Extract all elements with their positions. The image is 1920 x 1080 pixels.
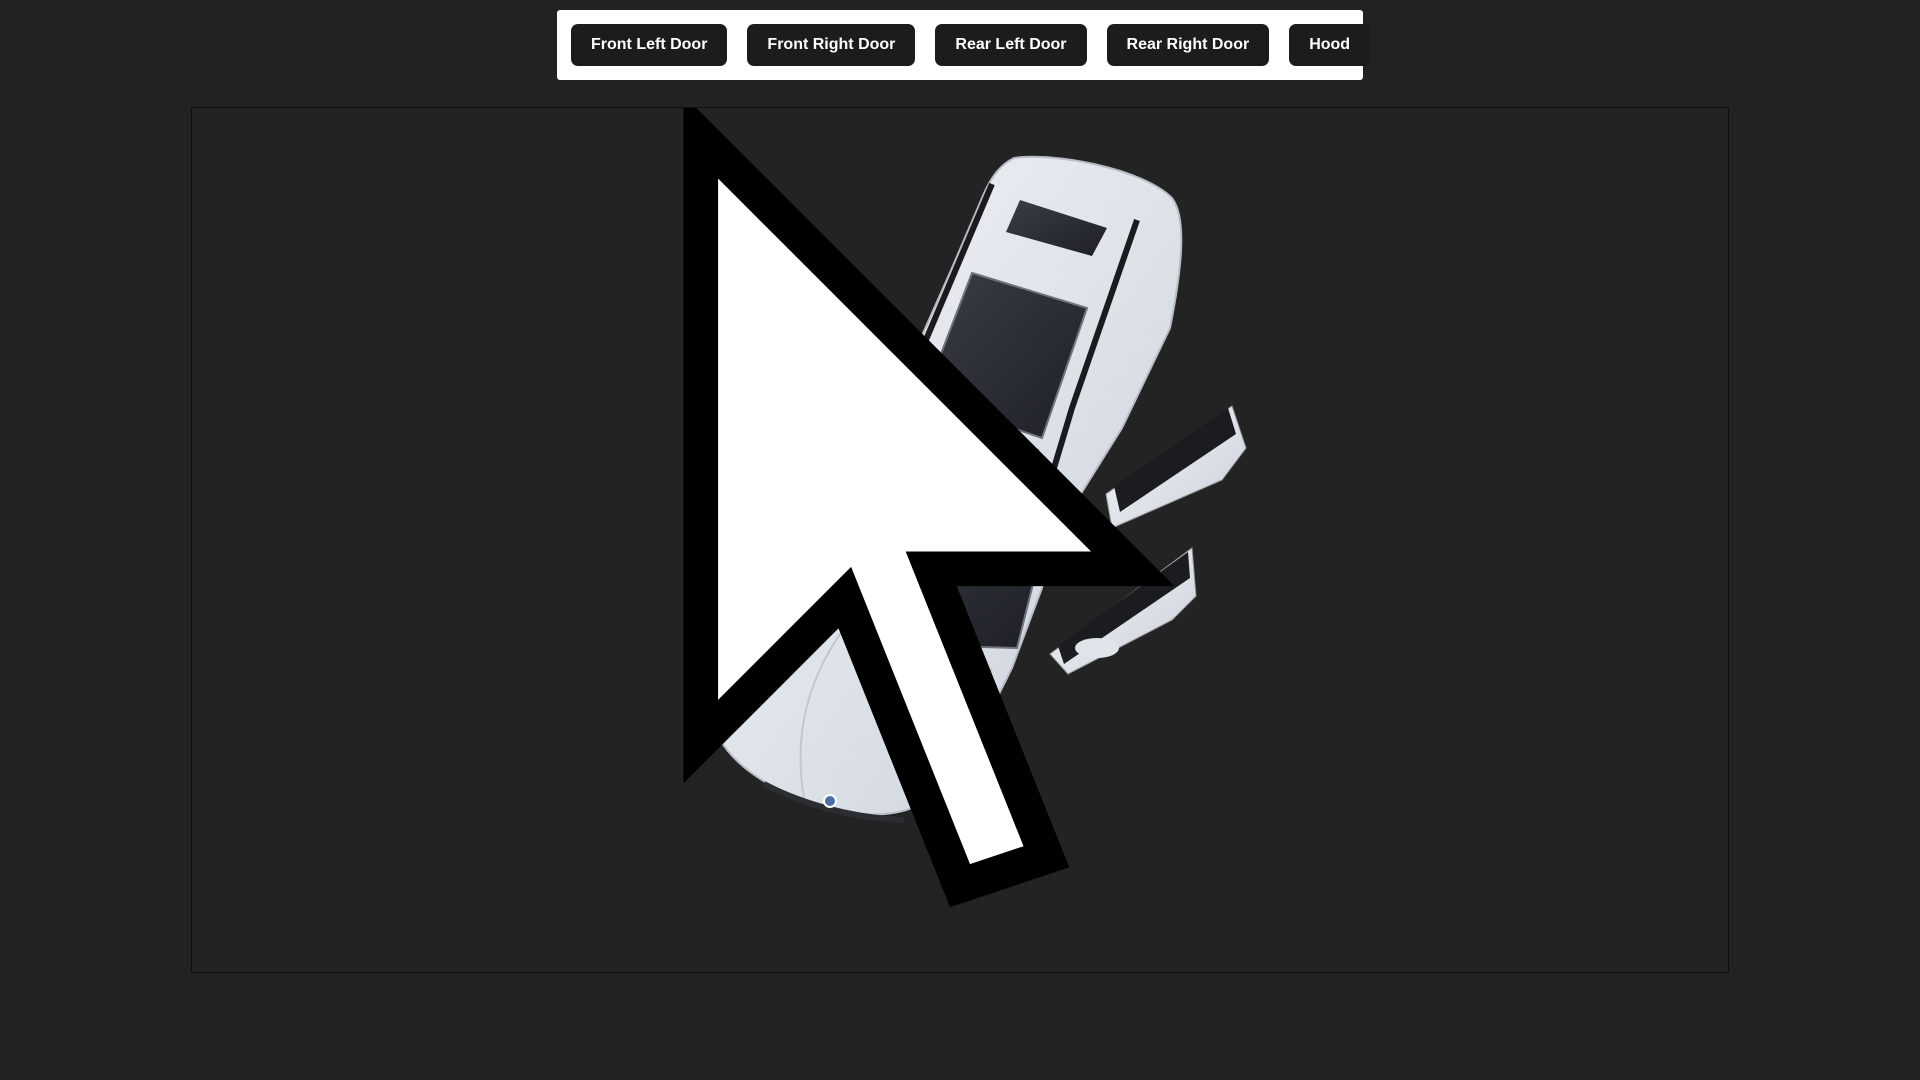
front-right-door-button[interactable]: Front Right Door <box>747 24 916 66</box>
rear-left-door-button[interactable]: Rear Left Door <box>935 24 1087 66</box>
hood-button[interactable]: Hood <box>1289 24 1371 66</box>
front-left-door-button[interactable]: Front Left Door <box>571 24 728 66</box>
rear-right-door-button[interactable]: Rear Right Door <box>1106 24 1270 66</box>
mouse-cursor-icon <box>683 108 1175 908</box>
3d-viewer-canvas[interactable] <box>191 107 1729 973</box>
part-toggle-toolbar: Front Left Door Front Right Door Rear Le… <box>557 10 1371 80</box>
